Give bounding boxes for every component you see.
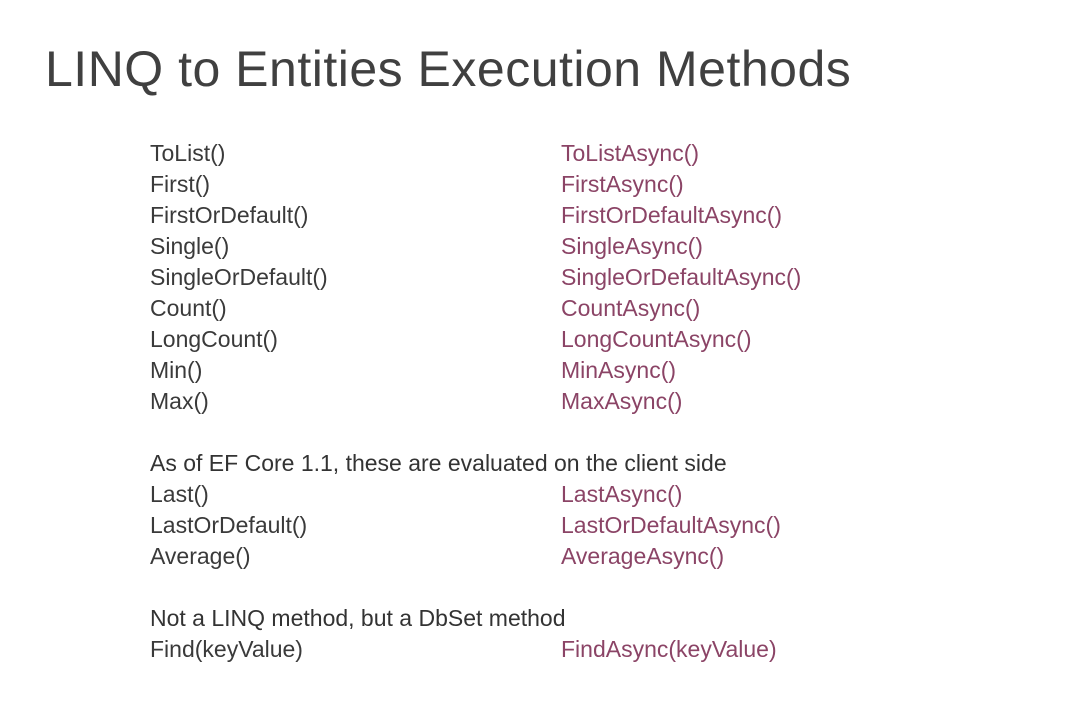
method-row: ToList() ToListAsync() [150, 138, 801, 169]
method-row: Min() MinAsync() [150, 355, 801, 386]
async-method: MaxAsync() [561, 388, 683, 414]
method-row: FirstOrDefault() FirstOrDefaultAsync() [150, 200, 801, 231]
method-row: Single() SingleAsync() [150, 231, 801, 262]
method-row: LastOrDefault() LastOrDefaultAsync() [150, 510, 801, 541]
sync-method: Find(keyValue) [150, 636, 303, 662]
async-method: LastAsync() [561, 481, 683, 507]
async-method: MinAsync() [561, 357, 677, 383]
method-list-section-2: As of EF Core 1.1, these are evaluated o… [150, 448, 801, 572]
method-row: LongCount() LongCountAsync() [150, 324, 801, 355]
async-method: CountAsync() [561, 295, 701, 321]
sync-method: FirstOrDefault() [150, 202, 309, 228]
section-heading: As of EF Core 1.1, these are evaluated o… [150, 450, 727, 476]
method-row: SingleOrDefault() SingleOrDefaultAsync() [150, 262, 801, 293]
sync-method: Max() [150, 388, 209, 414]
method-row: First() FirstAsync() [150, 169, 801, 200]
async-method: LongCountAsync() [561, 326, 752, 352]
slide: LINQ to Entities Execution Methods ToLis… [0, 0, 1068, 718]
sync-method: LongCount() [150, 326, 278, 352]
section-heading: Not a LINQ method, but a DbSet method [150, 605, 566, 631]
method-row: Find(keyValue) FindAsync(keyValue) [150, 634, 801, 665]
async-method: AverageAsync() [561, 543, 725, 569]
async-method: FindAsync(keyValue) [561, 636, 777, 662]
sync-method: Min() [150, 357, 203, 383]
sync-method: Last() [150, 481, 209, 507]
method-list-section-3: Not a LINQ method, but a DbSet method Fi… [150, 603, 801, 665]
sync-method: First() [150, 171, 211, 197]
async-method: SingleOrDefaultAsync() [561, 264, 802, 290]
async-method: SingleAsync() [561, 233, 703, 259]
async-method: ToListAsync() [561, 140, 700, 166]
sync-method: SingleOrDefault() [150, 264, 328, 290]
sync-method: Average() [150, 543, 251, 569]
method-row: Average() AverageAsync() [150, 541, 801, 572]
method-row: Max() MaxAsync() [150, 386, 801, 417]
slide-content: ToList() ToListAsync() First() FirstAsync(… [150, 138, 801, 665]
method-row: Last() LastAsync() [150, 479, 801, 510]
async-method: LastOrDefaultAsync() [561, 512, 781, 538]
async-method: FirstAsync() [561, 171, 684, 197]
async-method: FirstOrDefaultAsync() [561, 202, 783, 228]
sync-method: ToList() [150, 140, 226, 166]
method-list-section-1: ToList() ToListAsync() First() FirstAsync(… [150, 138, 801, 417]
sync-method: Count() [150, 295, 227, 321]
method-row: Count() CountAsync() [150, 293, 801, 324]
slide-title: LINQ to Entities Execution Methods [45, 41, 852, 97]
sync-method: LastOrDefault() [150, 512, 308, 538]
sync-method: Single() [150, 233, 230, 259]
